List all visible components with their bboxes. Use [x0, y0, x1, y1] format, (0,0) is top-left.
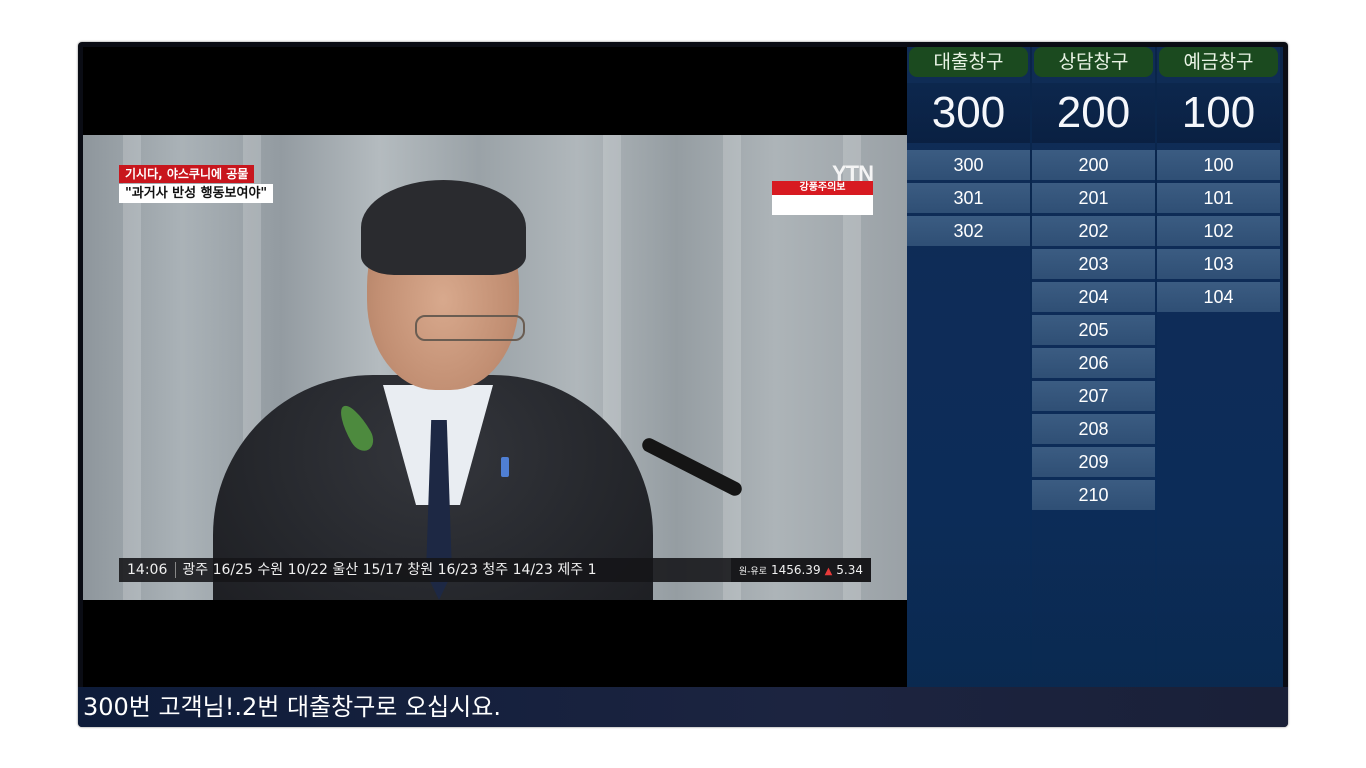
ticket-item: 208 — [1032, 414, 1155, 444]
curtain-fold — [123, 135, 141, 600]
ticker-exchange-rate: 원-유로 1456.39 ▲ 5.34 — [730, 558, 871, 582]
queue-column-loan: 대출창구 300 300 301 302 — [907, 47, 1030, 687]
ticket-item: 209 — [1032, 447, 1155, 477]
column-header: 대출창구 — [909, 47, 1028, 77]
weather-alert-box: 강풍주의보 — [772, 181, 873, 215]
ticket-item: 206 — [1032, 348, 1155, 378]
news-headline: 기시다, 야스쿠니에 공물 "과거사 반성 행동보여야" — [119, 163, 274, 203]
queue-column-consult: 상담창구 200 200 201 202 203 204 205 206 207… — [1032, 47, 1155, 687]
up-triangle-icon: ▲ — [824, 566, 833, 577]
ticket-item: 207 — [1032, 381, 1155, 411]
news-ticker: 14:06 광주 16/25 수원 10/22 울산 15/17 창원 16/23… — [119, 558, 871, 582]
waiting-list: 200 201 202 203 204 205 206 207 208 209 … — [1032, 150, 1155, 513]
ticket-item: 102 — [1157, 216, 1280, 246]
ticket-item: 100 — [1157, 150, 1280, 180]
ticker-weather-text: 광주 16/25 수원 10/22 울산 15/17 창원 16/23 청주 1… — [182, 562, 597, 578]
current-number: 100 — [1157, 83, 1280, 143]
ticket-item: 300 — [907, 150, 1030, 180]
fx-label: 원-유로 — [738, 567, 767, 577]
ticker-time: 14:06 — [119, 562, 177, 578]
headline-quote: "과거사 반성 행동보여야" — [119, 184, 274, 203]
waiting-list: 100 101 102 103 104 — [1157, 150, 1280, 315]
display-frame: 기시다, 야스쿠니에 공물 "과거사 반성 행동보여야" YTN 강풍주의보 1… — [78, 42, 1288, 727]
waiting-list: 300 301 302 — [907, 150, 1030, 249]
speaker-glasses — [415, 315, 525, 341]
ticket-item: 101 — [1157, 183, 1280, 213]
ticket-item: 205 — [1032, 315, 1155, 345]
ticket-item: 302 — [907, 216, 1030, 246]
column-header: 상담창구 — [1034, 47, 1153, 77]
current-number: 300 — [907, 83, 1030, 143]
news-broadcast-frame: 기시다, 야스쿠니에 공물 "과거사 반성 행동보여야" YTN 강풍주의보 1… — [83, 135, 907, 600]
speaker-hair — [361, 180, 526, 275]
ticket-item: 301 — [907, 183, 1030, 213]
ticket-item: 202 — [1032, 216, 1155, 246]
ticket-item: 203 — [1032, 249, 1155, 279]
ticket-item: 200 — [1032, 150, 1155, 180]
ticket-item: 104 — [1157, 282, 1280, 312]
current-number: 200 — [1032, 83, 1155, 143]
video-player[interactable]: 기시다, 야스쿠니에 공물 "과거사 반성 행동보여야" YTN 강풍주의보 1… — [83, 47, 907, 687]
column-header: 예금창구 — [1159, 47, 1278, 77]
ticket-item: 201 — [1032, 183, 1155, 213]
ticket-item: 103 — [1157, 249, 1280, 279]
curtain-fold — [723, 135, 741, 600]
weather-alert-sub — [772, 195, 873, 215]
weather-alert-label: 강풍주의보 — [772, 181, 873, 195]
ticket-item: 210 — [1032, 480, 1155, 510]
fx-change: 5.34 — [836, 563, 863, 577]
fx-value: 1456.39 — [770, 563, 821, 577]
ticket-item: 204 — [1032, 282, 1155, 312]
queue-column-deposit: 예금창구 100 100 101 102 103 104 — [1157, 47, 1280, 687]
queue-panel: 대출창구 300 300 301 302 상담창구 200 200 201 20… — [907, 47, 1283, 687]
call-message-banner: 300번 고객님!.2번 대출창구로 오십시요. — [78, 687, 1288, 727]
lapel-pin — [501, 457, 509, 477]
headline-tag: 기시다, 야스쿠니에 공물 — [119, 165, 255, 183]
